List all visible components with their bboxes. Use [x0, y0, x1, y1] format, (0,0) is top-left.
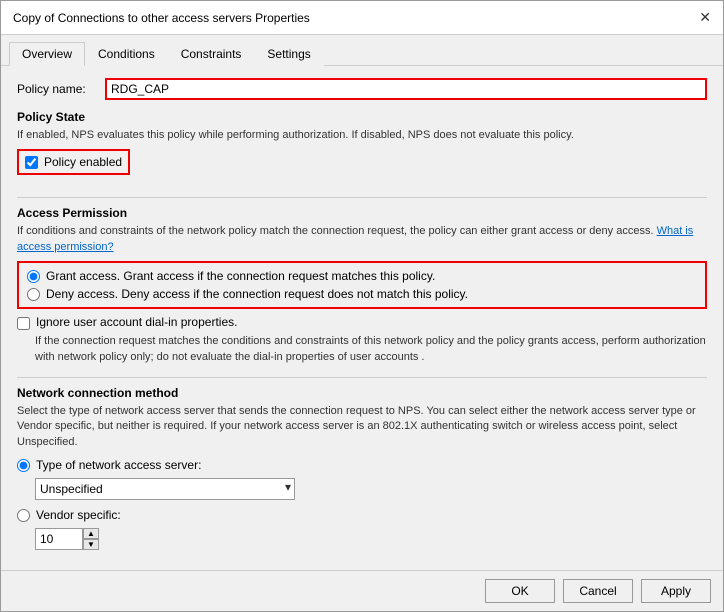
- vendor-spinner-down[interactable]: ▼: [83, 539, 99, 550]
- policy-name-input[interactable]: [105, 78, 707, 100]
- grant-access-row: Grant access. Grant access if the connec…: [27, 269, 697, 283]
- policy-name-label: Policy name:: [17, 82, 97, 96]
- policy-name-row: Policy name:: [17, 78, 707, 100]
- close-button[interactable]: ✕: [699, 9, 711, 26]
- cancel-button[interactable]: Cancel: [563, 579, 633, 603]
- vendor-spinner-up[interactable]: ▲: [83, 528, 99, 539]
- vendor-spinner-wrap: ▲ ▼: [35, 528, 707, 550]
- network-section-desc: Select the type of network access server…: [17, 404, 707, 450]
- policy-state-section: Policy State If enabled, NPS evaluates t…: [17, 110, 707, 185]
- policy-state-desc: If enabled, NPS evaluates this policy wh…: [17, 128, 707, 143]
- vendor-radio-label[interactable]: Vendor specific:: [36, 508, 121, 522]
- type-radio-row: Type of network access server:: [17, 458, 707, 472]
- grant-access-label[interactable]: Grant access. Grant access if the connec…: [46, 269, 435, 283]
- vendor-spinner-buttons: ▲ ▼: [83, 528, 99, 550]
- policy-enabled-checkbox-wrapper: Policy enabled: [17, 149, 130, 175]
- grant-access-radio[interactable]: [27, 270, 40, 283]
- ignore-dial-label[interactable]: Ignore user account dial-in properties.: [36, 315, 237, 329]
- content-area: Policy name: Policy State If enabled, NP…: [1, 66, 723, 570]
- window-title: Copy of Connections to other access serv…: [13, 11, 310, 25]
- access-permission-desc: If conditions and constraints of the net…: [17, 224, 707, 255]
- tab-bar: Overview Conditions Constraints Settings: [1, 35, 723, 66]
- ignore-dial-desc: If the connection request matches the co…: [35, 334, 707, 365]
- access-permission-title: Access Permission: [17, 206, 707, 220]
- divider-2: [17, 377, 707, 378]
- footer: OK Cancel Apply: [1, 570, 723, 611]
- access-permission-section: Access Permission If conditions and cons…: [17, 206, 707, 365]
- deny-access-radio[interactable]: [27, 288, 40, 301]
- ignore-row: Ignore user account dial-in properties.: [17, 315, 707, 330]
- ignore-dial-checkbox[interactable]: [17, 317, 30, 330]
- main-window: Copy of Connections to other access serv…: [0, 0, 724, 612]
- vendor-radio[interactable]: [17, 509, 30, 522]
- tab-overview[interactable]: Overview: [9, 42, 85, 66]
- apply-button[interactable]: Apply: [641, 579, 711, 603]
- deny-access-label[interactable]: Deny access. Deny access if the connecti…: [46, 287, 468, 301]
- type-select-wrapper: Unspecified: [35, 478, 295, 500]
- access-radio-group: Grant access. Grant access if the connec…: [17, 261, 707, 309]
- tab-constraints[interactable]: Constraints: [168, 42, 255, 66]
- type-select[interactable]: Unspecified: [35, 478, 295, 500]
- type-radio[interactable]: [17, 459, 30, 472]
- type-radio-label[interactable]: Type of network access server:: [36, 458, 201, 472]
- tab-conditions[interactable]: Conditions: [85, 42, 168, 66]
- vendor-radio-row: Vendor specific:: [17, 508, 707, 522]
- policy-enabled-label[interactable]: Policy enabled: [44, 155, 122, 169]
- network-section-title: Network connection method: [17, 386, 707, 400]
- divider-1: [17, 197, 707, 198]
- type-select-wrap: Unspecified: [35, 478, 707, 500]
- ok-button[interactable]: OK: [485, 579, 555, 603]
- tab-settings[interactable]: Settings: [254, 42, 323, 66]
- deny-access-row: Deny access. Deny access if the connecti…: [27, 287, 697, 301]
- policy-enabled-checkbox[interactable]: [25, 156, 38, 169]
- network-section: Network connection method Select the typ…: [17, 386, 707, 550]
- vendor-spinner-input[interactable]: [35, 528, 83, 550]
- title-bar: Copy of Connections to other access serv…: [1, 1, 723, 35]
- policy-state-title: Policy State: [17, 110, 707, 124]
